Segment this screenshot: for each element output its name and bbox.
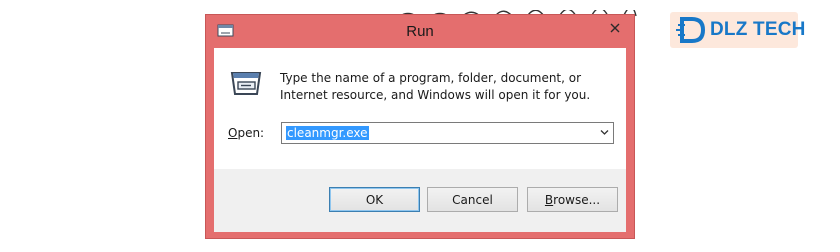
open-input-value[interactable]: cleanmgr.exe (286, 126, 369, 140)
run-program-icon (230, 72, 262, 95)
chevron-down-icon[interactable] (600, 129, 609, 136)
logo-text: DLZ TECH (710, 19, 806, 40)
browse-button[interactable]: Browse... (527, 187, 618, 212)
ok-button[interactable]: OK (329, 187, 420, 212)
window-title: Run (406, 23, 434, 40)
open-combobox[interactable]: cleanmgr.exe (281, 122, 614, 144)
close-icon (610, 23, 619, 33)
logo-d-icon (676, 17, 706, 43)
open-label: Open: (228, 126, 265, 140)
dialog-body: Type the name of a program, folder, docu… (214, 48, 626, 232)
dlz-tech-logo: DLZ TECH (670, 12, 805, 48)
title-bar[interactable]: Run (206, 15, 634, 48)
close-button[interactable] (601, 19, 628, 37)
dialog-description: Type the name of a program, folder, docu… (280, 71, 591, 102)
run-dialog: Run Type the name of a program, folder, … (205, 14, 635, 239)
cancel-button[interactable]: Cancel (427, 187, 518, 212)
